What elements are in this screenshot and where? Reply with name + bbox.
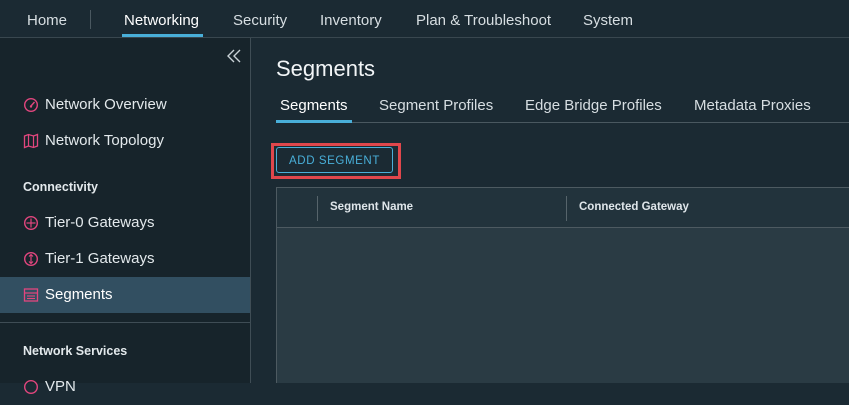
sidebar: Network Overview Network Topology Connec… <box>0 38 251 395</box>
segments-grid: Segment Name Connected Gateway <box>276 187 849 383</box>
sidebar-item-label: VPN <box>45 378 76 395</box>
sidebar-item-network-topology[interactable]: Network Topology <box>0 123 250 159</box>
gateway-icon <box>23 379 39 395</box>
topnav-plan-troubleshoot[interactable]: Plan & Troubleshoot <box>416 0 551 38</box>
tab-segment-profiles[interactable]: Segment Profiles <box>379 97 493 114</box>
column-separator[interactable] <box>566 196 567 221</box>
sidebar-item-tier1-gateways[interactable]: Tier-1 Gateways <box>0 241 250 277</box>
tab-segments[interactable]: Segments <box>276 97 352 123</box>
double-chevron-left-icon[interactable] <box>225 48 243 64</box>
top-navigation: Home Networking Security Inventory Plan … <box>0 0 849 38</box>
sidebar-heading-network-services: Network Services <box>23 344 128 358</box>
topnav-inventory[interactable]: Inventory <box>320 0 382 38</box>
topnav-divider <box>90 10 91 29</box>
page-title: Segments <box>276 56 376 81</box>
tab-edge-bridge-profiles[interactable]: Edge Bridge Profiles <box>525 97 662 114</box>
sidebar-item-label: Tier-0 Gateways <box>45 214 155 231</box>
tab-bar: Segments Segment Profiles Edge Bridge Pr… <box>276 88 849 123</box>
sidebar-item-label: Segments <box>45 286 113 303</box>
add-segment-button[interactable]: ADD SEGMENT <box>276 147 393 173</box>
sidebar-item-segments[interactable]: Segments <box>0 277 250 313</box>
topology-map-icon <box>23 133 39 149</box>
topnav-system[interactable]: System <box>583 0 633 38</box>
topnav-home[interactable]: Home <box>27 0 67 38</box>
topnav-networking[interactable]: Networking <box>121 0 204 38</box>
sidebar-item-tier0-gateways[interactable]: Tier-0 Gateways <box>0 205 250 241</box>
sidebar-item-network-overview[interactable]: Network Overview <box>0 87 250 123</box>
tab-metadata-proxies[interactable]: Metadata Proxies <box>694 97 811 114</box>
segments-icon <box>23 287 39 303</box>
sidebar-item-label: Network Topology <box>45 132 164 149</box>
sidebar-divider <box>0 322 250 323</box>
sidebar-item-vpn[interactable]: VPN <box>0 369 250 405</box>
column-header-connected-gateway[interactable]: Connected Gateway <box>579 201 689 213</box>
column-header-segment-name[interactable]: Segment Name <box>330 201 413 213</box>
gateway-icon <box>23 251 39 267</box>
sidebar-item-label: Tier-1 Gateways <box>45 250 155 267</box>
gauge-icon <box>23 97 39 113</box>
gateway-icon <box>23 215 39 231</box>
sidebar-heading-connectivity: Connectivity <box>23 180 99 194</box>
sidebar-item-label: Network Overview <box>45 96 167 113</box>
column-separator[interactable] <box>317 196 318 221</box>
topnav-security[interactable]: Security <box>233 0 287 38</box>
grid-header: Segment Name Connected Gateway <box>277 188 849 228</box>
